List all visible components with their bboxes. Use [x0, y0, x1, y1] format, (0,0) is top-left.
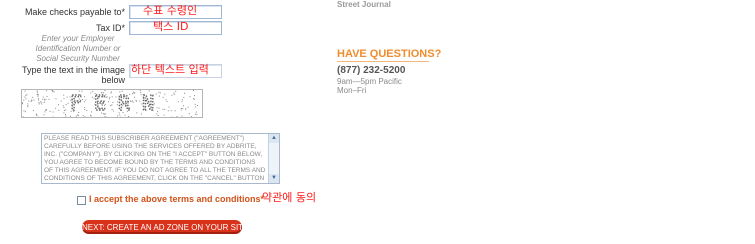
support-phone: (877) 232-5200: [337, 65, 406, 76]
captcha-label: Type the text in the image below: [21, 65, 125, 85]
annotation-captcha: 하단 텍스트 입력: [131, 63, 209, 76]
agreement-textarea[interactable]: PLEASE READ THIS SUBSCRIBER AGREEMENT ("…: [41, 133, 280, 184]
annotation-accept: 약관에 동의: [262, 191, 317, 204]
accept-checkbox[interactable]: [77, 196, 86, 205]
taxid-hint: Enter your Employer Identification Numbe…: [35, 34, 121, 63]
support-hours: 9am—5pm Pacific Mon–Fri: [337, 77, 402, 95]
captcha-image: F E R N: [21, 89, 203, 118]
agreement-text: PLEASE READ THIS SUBSCRIBER AGREEMENT ("…: [44, 135, 266, 182]
captcha-text: F E R N: [70, 91, 154, 115]
scroll-down-icon[interactable]: ▼: [269, 174, 279, 183]
agreement-scrollbar[interactable]: ▲ ▼: [268, 134, 279, 183]
support-hours-line1: 9am—5pm Pacific: [337, 77, 402, 86]
sidebar-partial-text: Street Journal: [337, 0, 391, 9]
annotation-taxid: 택스 ID: [153, 20, 189, 33]
next-button-label: NEXT: CREATE AN AD ZONE ON YOUR SITE: [82, 223, 249, 232]
arrow-right-icon: ➡: [253, 222, 262, 232]
scroll-up-icon[interactable]: ▲: [269, 134, 279, 143]
accept-label[interactable]: I accept the above terms and conditions*: [89, 194, 264, 204]
next-button[interactable]: NEXT: CREATE AN AD ZONE ON YOUR SITE ➡: [82, 220, 261, 234]
annotation-payable: 수표 수령인: [143, 4, 198, 17]
taxid-label: Tax ID*: [95, 23, 125, 33]
questions-divider: [337, 61, 429, 62]
payable-label: Make checks payable to*: [24, 7, 125, 17]
have-questions-heading: HAVE QUESTIONS?: [337, 48, 442, 60]
support-hours-line2: Mon–Fri: [337, 86, 367, 95]
